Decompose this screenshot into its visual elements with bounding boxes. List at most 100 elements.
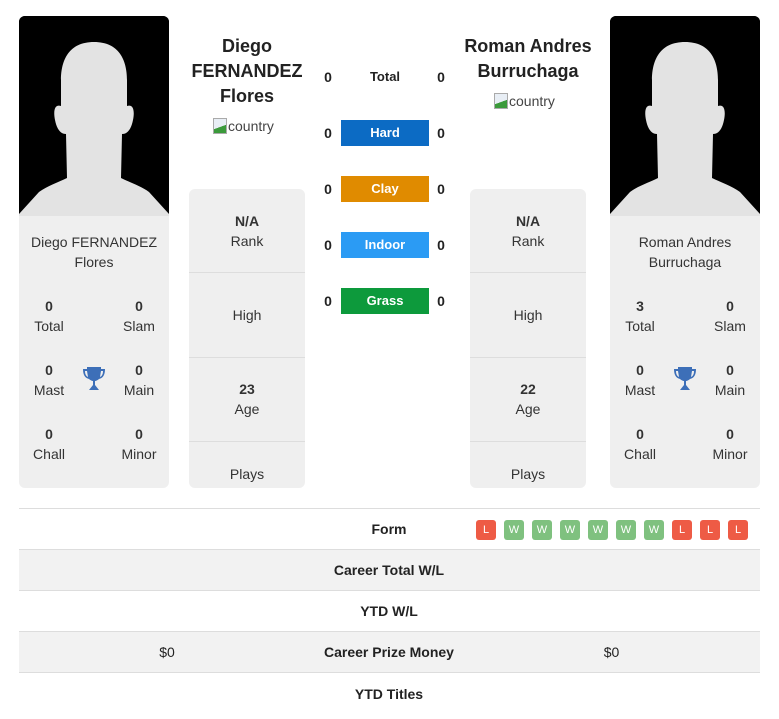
player2-name-line2: Burruchaga bbox=[477, 61, 579, 81]
career-total-wl-row: Career Total W/L bbox=[19, 550, 760, 591]
h2h-row-total: 0 Total 0 bbox=[318, 64, 453, 90]
p2-count: 0 bbox=[437, 293, 445, 309]
player2-mast-titles: 0 Mast bbox=[610, 360, 670, 400]
player1-high: High bbox=[189, 273, 305, 358]
p1-count: 0 bbox=[324, 125, 332, 141]
form-badge-loss[interactable]: L bbox=[672, 520, 692, 540]
age-value: 23 bbox=[239, 381, 255, 398]
trophy-icon bbox=[674, 367, 696, 390]
form-badge-loss[interactable]: L bbox=[728, 520, 748, 540]
p1-count: 0 bbox=[324, 181, 332, 197]
rank-label: Rank bbox=[230, 232, 264, 249]
stat-label: Mast bbox=[624, 382, 656, 398]
form-badge-loss[interactable]: L bbox=[700, 520, 720, 540]
plays-label: Plays bbox=[229, 466, 265, 482]
flag-alt-text: country bbox=[509, 93, 555, 109]
form-label: Form bbox=[371, 521, 407, 537]
form-badge-loss[interactable]: L bbox=[476, 520, 496, 540]
stat-label: Chall bbox=[624, 446, 656, 462]
p1-value: $0 bbox=[159, 644, 175, 660]
player1-main-titles: 0 Main bbox=[109, 360, 169, 400]
p2-count: 0 bbox=[437, 125, 445, 141]
stat-value: 0 bbox=[726, 362, 734, 378]
surface-label-total: Total bbox=[369, 69, 401, 84]
row-label: Career Prize Money bbox=[324, 644, 454, 660]
player2-info: N/A Rank High 22 Age Plays bbox=[470, 189, 586, 488]
form-badge-win[interactable]: W bbox=[504, 520, 524, 540]
form-badge-win[interactable]: W bbox=[588, 520, 608, 540]
stat-label: Main bbox=[714, 382, 746, 398]
stat-value: 0 bbox=[45, 298, 53, 314]
p2-count: 0 bbox=[437, 181, 445, 197]
player2-slam-titles: 0 Slam bbox=[700, 296, 760, 336]
stat-value: 0 bbox=[135, 426, 143, 442]
surface-label-hard: Hard bbox=[341, 120, 429, 146]
player2-photo bbox=[610, 16, 760, 216]
h2h-row-indoor: 0 Indoor 0 bbox=[318, 232, 453, 258]
row-label: YTD Titles bbox=[354, 685, 424, 702]
stat-label: Slam bbox=[123, 318, 155, 334]
surface-label-indoor: Indoor bbox=[341, 232, 429, 258]
rank-label: Rank bbox=[511, 232, 545, 249]
player1-plays: Plays bbox=[189, 442, 305, 488]
broken-image-icon bbox=[213, 118, 227, 134]
h2h-row-hard: 0 Hard 0 bbox=[318, 120, 453, 146]
ytd-wl-row: YTD W/L bbox=[19, 591, 760, 632]
career-prize-money-row: $0 Career Prize Money $0 bbox=[19, 632, 760, 673]
player1-name-line1: Diego bbox=[221, 36, 272, 56]
player1-photo bbox=[19, 16, 169, 216]
player2-card-name: Roman Andres Burruchaga bbox=[610, 232, 760, 272]
form-badge-win[interactable]: W bbox=[560, 520, 580, 540]
high-label: High bbox=[513, 306, 543, 323]
p2-count: 0 bbox=[437, 237, 445, 253]
stat-value: 3 bbox=[636, 298, 644, 314]
p1-count: 0 bbox=[324, 237, 332, 253]
stat-label: Chall bbox=[33, 446, 65, 462]
broken-image-icon bbox=[494, 93, 508, 109]
surface-label-clay: Clay bbox=[341, 176, 429, 202]
age-label: Age bbox=[515, 401, 541, 418]
stat-value: 0 bbox=[45, 426, 53, 442]
player2-card-name-line1: Roman Andres bbox=[638, 234, 732, 250]
player2-high: High bbox=[470, 273, 586, 358]
stat-value: 0 bbox=[636, 426, 644, 442]
form-badge-win[interactable]: W bbox=[644, 520, 664, 540]
player2-age: 22 Age bbox=[470, 358, 586, 442]
player2-name[interactable]: Roman Andres Burruchaga bbox=[458, 34, 598, 84]
player2-total-titles: 3 Total bbox=[610, 296, 670, 336]
player2-card-name-line2: Burruchaga bbox=[648, 254, 722, 270]
player2-chall-titles: 0 Chall bbox=[610, 424, 670, 464]
player1-name-line2: FERNANDEZ bbox=[191, 61, 303, 81]
ytd-titles-row: YTD Titles bbox=[19, 673, 760, 714]
stat-value: 0 bbox=[636, 362, 644, 378]
p1-count: 0 bbox=[324, 293, 332, 309]
form-badge-win[interactable]: W bbox=[532, 520, 552, 540]
player2-plays: Plays bbox=[470, 442, 586, 488]
age-value: 22 bbox=[520, 381, 536, 398]
surface-label-grass: Grass bbox=[341, 288, 429, 314]
form-badge-win[interactable]: W bbox=[616, 520, 636, 540]
stat-label: Total bbox=[625, 318, 655, 334]
p2-count: 0 bbox=[437, 69, 445, 85]
h2h-row-grass: 0 Grass 0 bbox=[318, 288, 453, 314]
player2-main-titles: 0 Main bbox=[700, 360, 760, 400]
stat-label: Slam bbox=[714, 318, 746, 334]
stat-label: Total bbox=[34, 318, 64, 334]
stat-label: Main bbox=[123, 382, 155, 398]
player2-minor-titles: 0 Minor bbox=[700, 424, 760, 464]
age-label: Age bbox=[234, 401, 260, 418]
player2-country-flag: country bbox=[494, 93, 555, 109]
player1-info: N/A Rank High 23 Age Plays bbox=[189, 189, 305, 488]
player1-name[interactable]: Diego FERNANDEZ Flores bbox=[177, 34, 317, 109]
player2-card: Roman Andres Burruchaga 3 Total 0 Slam 0 Ma… bbox=[610, 216, 760, 488]
comparison-table: Form LWWWWWWLLL Career Total W/L YTD W/L… bbox=[19, 508, 760, 714]
plays-label: Plays bbox=[510, 466, 546, 482]
player1-mast-titles: 0 Mast bbox=[19, 360, 79, 400]
stat-label: Minor bbox=[712, 446, 748, 462]
p2-value: $0 bbox=[603, 644, 620, 660]
player1-card-name-line2: Flores bbox=[74, 254, 114, 270]
p1-count: 0 bbox=[324, 69, 332, 85]
silhouette-icon bbox=[610, 16, 760, 216]
player1-chall-titles: 0 Chall bbox=[19, 424, 79, 464]
trophy-icon bbox=[83, 367, 105, 390]
